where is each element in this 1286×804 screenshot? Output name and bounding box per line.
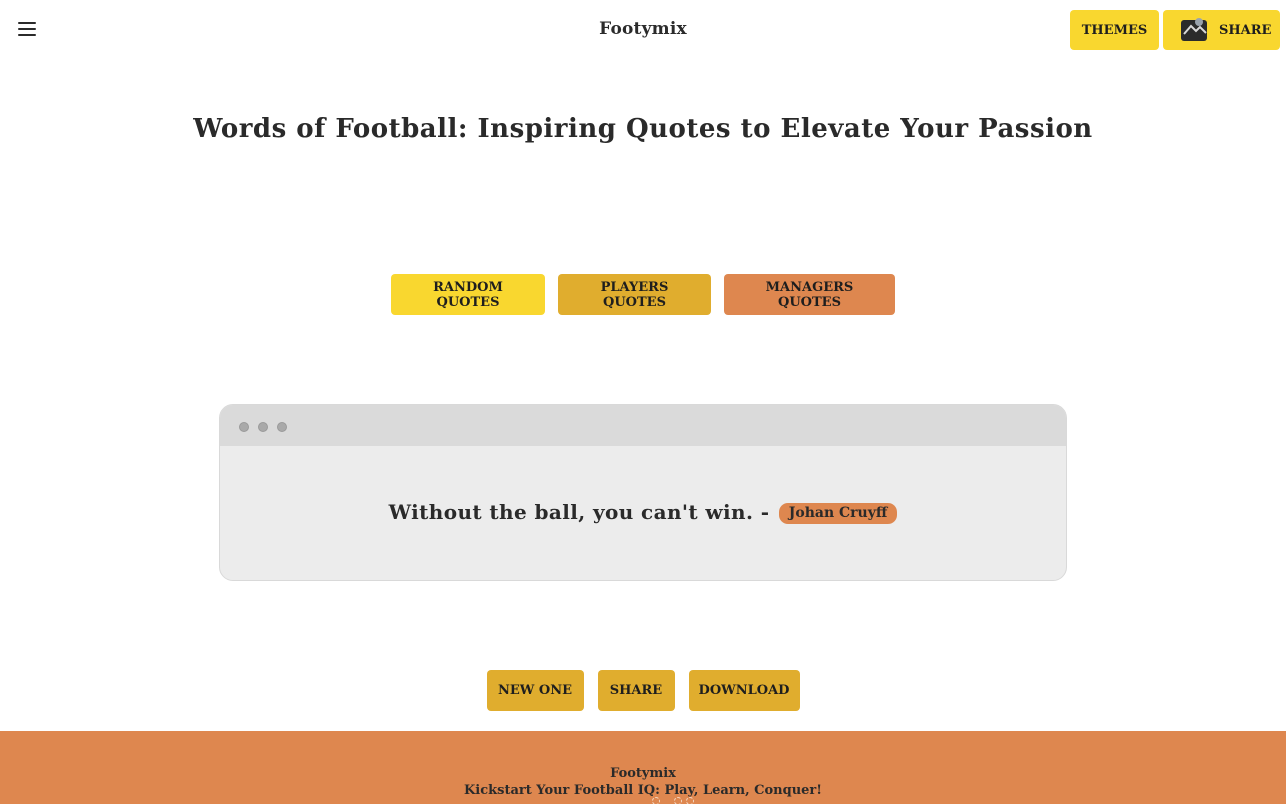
random-quotes-button[interactable]: RANDOM QUOTES	[391, 274, 545, 315]
decor-dot-icon	[686, 797, 694, 804]
hamburger-menu-icon[interactable]	[18, 22, 36, 38]
page-headline: Words of Football: Inspiring Quotes to E…	[193, 114, 1093, 144]
download-quote-button[interactable]: DOWNLOAD	[688, 670, 800, 711]
quote-card-header	[220, 405, 1066, 446]
footer-title: Footymix	[610, 766, 676, 781]
category-buttons: RANDOM QUOTES PLAYERS QUOTES MANAGERS QU…	[0, 274, 1286, 315]
footer: Footymix Kickstart Your Football IQ: Pla…	[0, 731, 1286, 804]
window-dot-icon	[258, 422, 268, 432]
decor-dot-icon	[674, 797, 682, 804]
window-dot-icon	[277, 422, 287, 432]
themes-button[interactable]: THEMES	[1070, 10, 1159, 50]
quote-card: Without the ball, you can't win. - Johan…	[219, 404, 1067, 581]
footer-decoration	[652, 797, 702, 804]
players-quotes-button[interactable]: PLAYERS QUOTES	[558, 274, 711, 315]
quote-actions: NEW ONE SHARE DOWNLOAD	[0, 670, 1286, 711]
window-dot-icon	[239, 422, 249, 432]
quote-text: Without the ball, you can't win. -	[388, 500, 770, 524]
quote-line: Without the ball, you can't win. - Johan…	[220, 500, 1066, 524]
footer-tagline: Kickstart Your Football IQ: Play, Learn,…	[464, 783, 822, 798]
header-share-label: SHARE	[1219, 22, 1272, 38]
decor-dot-icon	[652, 797, 660, 804]
top-bar: Footymix THEMES SHARE	[0, 0, 1286, 60]
brand-title[interactable]: Footymix	[599, 19, 687, 39]
header-share-button[interactable]: SHARE	[1163, 10, 1280, 50]
quote-author-badge: Johan Cruyff	[778, 503, 898, 524]
share-image-icon	[1179, 17, 1209, 43]
new-quote-button[interactable]: NEW ONE	[486, 670, 584, 711]
share-quote-button[interactable]: SHARE	[597, 670, 675, 711]
managers-quotes-button[interactable]: MANAGERS QUOTES	[724, 274, 895, 315]
